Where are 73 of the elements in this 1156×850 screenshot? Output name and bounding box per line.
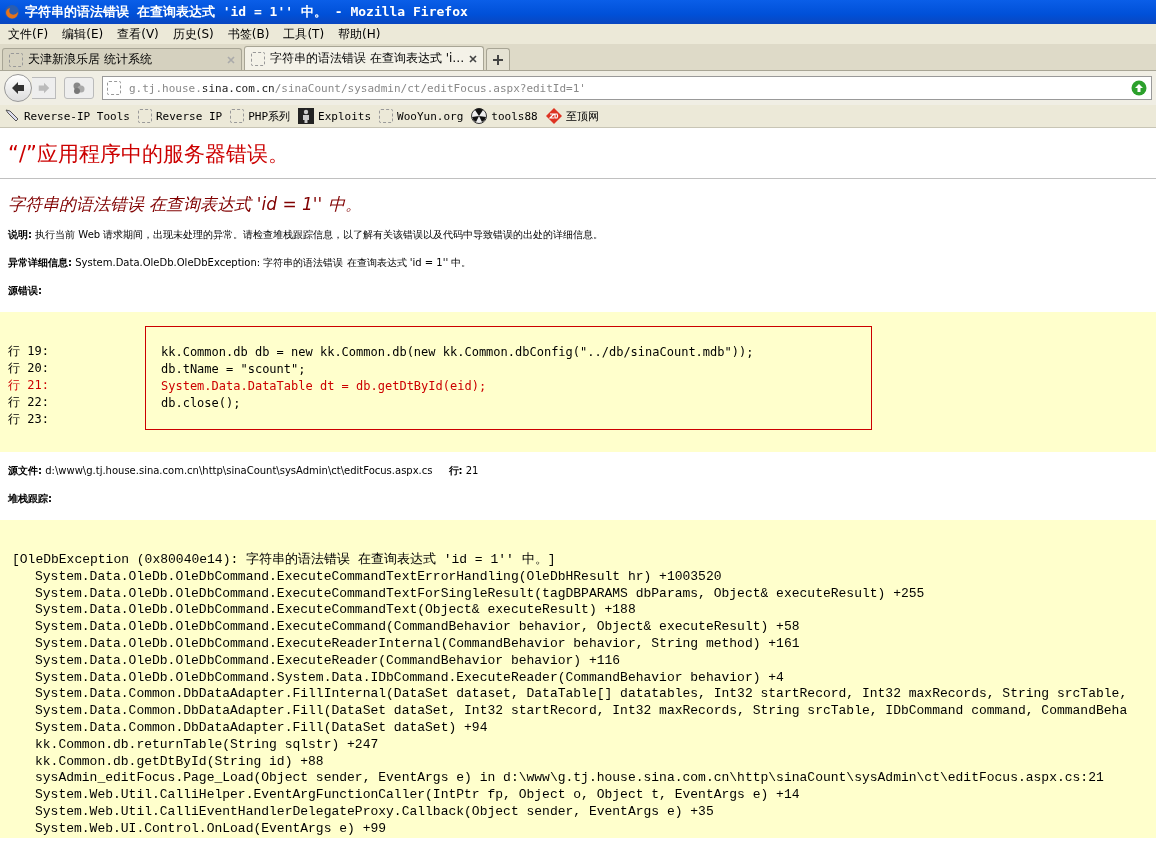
stack-frame: System.Data.OleDb.OleDbCommand.ExecuteCommandTextForSingleResult(tagDBPARAMS dbParams, Object& executeResult) +255	[12, 585, 1156, 603]
window-title: 字符串的语法错误 在查询表达式 'id = 1'' 中。 - Mozilla Firefox	[25, 3, 468, 21]
bookmark-item[interactable]: Reverse IP	[137, 109, 223, 123]
bookmark-item[interactable]: 至顶网	[545, 108, 599, 124]
menu-item[interactable]: 历史(S)	[166, 25, 222, 43]
stack-frame: System.Web.Util.CalliHelper.EventArgFunctionCaller(IntPtr fp, Object o, Object t, EventArgs e) +14	[12, 787, 1156, 804]
stack-frame: System.Data.OleDb.OleDbCommand.ExecuteCommand(CommandBehavior behavior, Object& executeResult) +58	[12, 619, 1156, 636]
menu-item[interactable]: 编辑(E)	[56, 25, 112, 43]
zd-logo-icon	[545, 108, 562, 124]
menu-item[interactable]: 帮助(H)	[332, 25, 389, 43]
line-number: 行 23:	[8, 411, 50, 428]
stack-frame: System.Web.UI.Control.OnLoad(EventArgs e) +99	[12, 820, 1156, 838]
back-button[interactable]	[4, 74, 32, 102]
browser-tab[interactable]: 天津新浪乐居 统计系统	[2, 48, 242, 70]
address-field[interactable]: g.tj.house.sina.com.cn/sinaCount/sysadmin/ct/editFocus.aspx?editId=1'	[102, 76, 1152, 100]
blank-page-icon	[137, 109, 152, 123]
stack-frame: System.Data.Common.DbDataAdapter.Fill(DataSet dataSet, Int32 startRecord, Int32 maxRecords, String srcTable, IDbCommand command, CommandBeha	[12, 703, 1156, 720]
description-text: 执行当前 Web 请求期间，出现未处理的异常。请检查堆栈跟踪信息，以了解有关该错误以及代码中导致错误的出处的详细信息。	[35, 229, 604, 240]
bookmark-item[interactable]: Reverse-IP Tools	[4, 108, 130, 124]
radiation-icon	[471, 108, 488, 124]
url-text: g.tj.house.sina.com.cn/sinaCount/sysadmin/ct/editFocus.aspx?editId=1'	[129, 81, 587, 95]
code-line: db.close();	[161, 395, 242, 412]
browser-logo-icon	[4, 4, 20, 20]
stack-frame: System.Data.OleDb.OleDbCommand.System.Data.IDbCommand.ExecuteReader(CommandBehavior behavior) +4	[12, 669, 1156, 687]
field-label: 源文件:	[8, 465, 42, 476]
person-icon	[298, 108, 315, 124]
field-label: 说明:	[8, 229, 32, 240]
plus-icon	[492, 53, 504, 66]
bookmark-item[interactable]: tools88	[471, 108, 538, 124]
file-path: d:\www\g.tj.house.sina.com.cn\http\sinaCount\sysAdmin\ct\editFocus.aspx.cs	[45, 465, 433, 476]
stack-frame: sysAdmin_editFocus.Page_Load(Object sender, EventArgs e) in d:\www\g.tj.house.sina.com.cn\http\sinaCount\sysAdmin\ct\editFocus.aspx.cs:21	[12, 770, 1156, 788]
exception-header: [OleDbException (0x80040e14): 字符串的语法错误 在查询表达式 'id = 1'' 中。]	[12, 552, 557, 569]
browser-tab[interactable]: 字符串的语法错误 在查询表达式 'i…	[244, 46, 484, 70]
stack-frame: System.Web.Util.CalliEventHandlerDelegateProxy.Callback(Object sender, EventArgs e) +35	[12, 803, 1156, 821]
line-number: 行 20:	[8, 360, 50, 377]
stack-frame: System.Data.OleDb.OleDbCommand.ExecuteReader(CommandBehavior behavior) +116	[12, 652, 1156, 670]
section-label: 堆栈跟踪:	[8, 493, 52, 504]
field-label: 异常详细信息:	[8, 257, 72, 268]
line-number: 行 22:	[8, 394, 50, 411]
blank-page-icon	[379, 109, 394, 123]
code-line: System.Data.DataTable dt = db.getDtById(eid);	[161, 378, 488, 395]
close-icon[interactable]	[469, 54, 477, 63]
line-number: 行 21:	[8, 377, 50, 394]
bookmark-item[interactable]: WooYun.org	[379, 109, 464, 123]
new-tab-button[interactable]	[486, 48, 510, 70]
code-line: kk.Common.db db = new kk.Common.db(new kk.Common.dbConfig("../db/sinaCount.mdb"));	[161, 344, 755, 361]
pen-icon	[4, 108, 20, 124]
stack-frame: System.Data.Common.DbDataAdapter.Fill(DataSet dataSet) +94	[12, 719, 1156, 737]
stack-frame: System.Data.OleDb.OleDbCommand.ExecuteCommandText(Object& executeResult) +188	[12, 602, 1156, 620]
line-value: 21	[465, 465, 479, 476]
page-heading: “/”应用程序中的服务器错误。	[8, 141, 290, 168]
exception-text: System.Data.OleDb.OleDbException: 字符串的语法错误 在查询表达式 'id = 1'' 中。	[75, 257, 472, 268]
go-icon[interactable]	[1131, 80, 1147, 96]
blank-page-icon	[230, 109, 245, 123]
stack-frame: System.Data.Common.DbDataAdapter.FillInternal(DataSet dataset, DataTable[] datatables, Int32 startRecord, Int32 maxRecords, String srcTable,	[12, 686, 1156, 704]
section-label: 源错误:	[8, 285, 42, 296]
stack-frame: kk.Common.db.returnTable(String sqlstr) +247	[12, 736, 1156, 754]
bookmark-item[interactable]: PHP系列	[230, 108, 291, 124]
code-line: db.tName = "scount";	[161, 361, 307, 378]
stack-frame: kk.Common.db.getDtById(String id) +88	[12, 753, 1156, 771]
extensions-button[interactable]	[64, 77, 94, 99]
stack-frame: System.Data.OleDb.OleDbCommand.ExecuteReaderInternal(CommandBehavior behavior, String method) +161	[12, 636, 1156, 653]
error-title: 字符串的语法错误 在查询表达式 'id = 1'' 中。	[8, 193, 363, 216]
menu-item[interactable]: 查看(V)	[111, 25, 167, 43]
line-number: 行 19:	[8, 343, 50, 360]
menu-item[interactable]: 工具(T)	[277, 25, 333, 43]
forward-arrow-icon	[36, 81, 51, 95]
stack-frame: System.Data.OleDb.OleDbCommand.ExecuteCommandTextErrorHandling(OleDbHResult hr) +1003520	[12, 568, 1156, 586]
field-label: 行:	[448, 465, 463, 476]
bookmark-item[interactable]: Exploits	[298, 108, 372, 124]
back-arrow-icon	[10, 80, 26, 96]
menu-item[interactable]: 书签(B)	[221, 25, 278, 43]
menu-item[interactable]: 文件(F)	[2, 25, 57, 43]
